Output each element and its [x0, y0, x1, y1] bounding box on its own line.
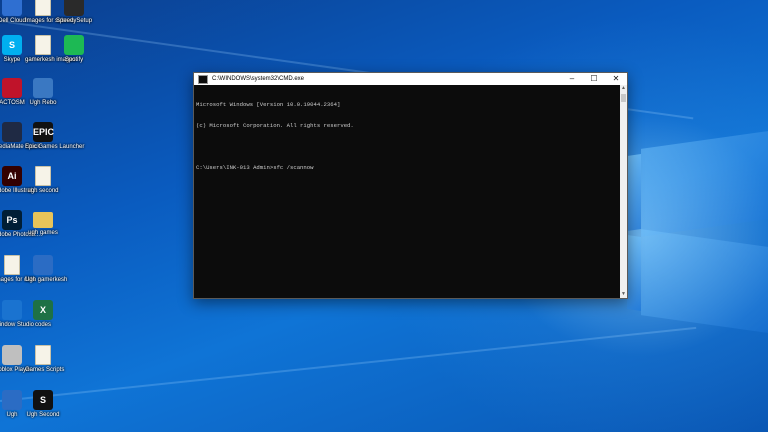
file-icon [35, 0, 51, 16]
wallpaper-logo-pane [641, 131, 768, 237]
desktop-icon-label: ugh second [27, 188, 59, 194]
app-icon [2, 390, 22, 410]
vertical-scrollbar[interactable]: ▲ ▼ [620, 85, 627, 298]
desktop-icon-label: Games Scripts [25, 367, 65, 373]
close-button[interactable]: ✕ [605, 73, 627, 85]
app-icon: EPIC [33, 122, 54, 142]
desktop-icon-label: Ugh gamerkesh [25, 277, 68, 283]
app-icon: X [33, 300, 53, 320]
app-icon: Ps [2, 210, 22, 230]
desktop-icon-label: Epic Games Launcher [25, 144, 85, 150]
app-icon [64, 35, 84, 55]
wallpaper-beam [0, 326, 697, 402]
desktop-icon[interactable]: S Ugh Second [25, 390, 61, 419]
desktop-icon-label: SpeedySetup [56, 18, 93, 24]
file-icon [35, 35, 51, 55]
console-line-prompt[interactable]: C:\Users\INK-013 Admin>sfc /scannow [196, 164, 618, 171]
desktop-icon[interactable]: Games Scripts [25, 345, 65, 374]
console-line: Microsoft Windows [Version 10.0.19044.23… [196, 101, 341, 108]
desktop-icon-label: Ugh Second [26, 412, 60, 418]
desktop-icon-label: ugh games [28, 230, 58, 236]
wallpaper-logo-pane [627, 154, 641, 231]
desktop-icon[interactable]: Spotify [56, 35, 92, 64]
console-output[interactable]: Microsoft Windows [Version 10.0.19044.23… [194, 85, 620, 298]
app-icon: S [2, 35, 22, 55]
cmd-icon [198, 74, 208, 84]
app-icon [2, 122, 22, 142]
desktop-icon[interactable]: ugh games [25, 210, 61, 237]
wallpaper-logo-pane [641, 229, 768, 333]
console-line: (c) Microsoft Corporation. All rights re… [196, 122, 354, 129]
cmd-window[interactable]: C:\WINDOWS\system32\CMD.exe – ☐ ✕ Micros… [193, 72, 628, 299]
scroll-up-icon[interactable]: ▲ [620, 85, 627, 92]
desktop-icon[interactable]: EPIC Epic Games Launcher [25, 122, 85, 151]
folder-icon [33, 212, 53, 228]
minimize-button[interactable]: – [561, 73, 583, 85]
file-icon [4, 255, 20, 275]
window-title: C:\WINDOWS\system32\CMD.exe [212, 76, 305, 82]
app-icon [2, 0, 22, 16]
app-icon [2, 78, 22, 98]
app-icon: S [33, 390, 53, 410]
desktop-icon[interactable]: Ugh gamerkesh [25, 255, 68, 284]
app-icon [33, 78, 53, 98]
app-icon: Ai [2, 166, 22, 186]
scroll-thumb[interactable] [621, 94, 626, 102]
desktop-icon[interactable]: ugh second [25, 166, 61, 195]
app-icon [64, 0, 84, 16]
title-bar[interactable]: C:\WINDOWS\system32\CMD.exe – ☐ ✕ [194, 73, 627, 85]
app-icon [2, 300, 22, 320]
app-icon [33, 255, 53, 275]
file-icon [35, 345, 51, 365]
desktop-icon[interactable]: SpeedySetup [56, 0, 92, 25]
file-icon [35, 166, 51, 186]
desktop-icon-label: Spotify [64, 57, 84, 63]
desktop-icon[interactable]: Xcodes [25, 300, 61, 329]
maximize-button[interactable]: ☐ [583, 73, 605, 85]
desktop-icon-label: Ugh Rebo [29, 100, 57, 106]
scroll-down-icon[interactable]: ▼ [620, 291, 627, 298]
desktop-icon[interactable]: Ugh Rebo [25, 78, 61, 107]
wallpaper-logo-pane [627, 235, 641, 311]
desktop-icon-label: codes [34, 322, 51, 328]
app-icon [2, 345, 22, 365]
